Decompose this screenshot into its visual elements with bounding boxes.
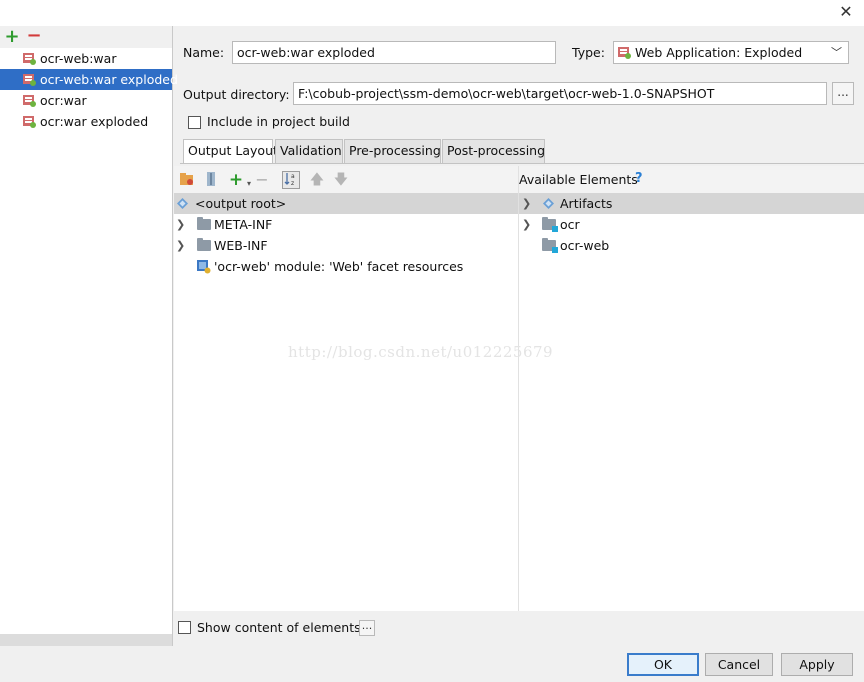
title-bar — [0, 0, 864, 26]
artifact-label: ocr-web:war — [40, 51, 117, 66]
tree-row-meta-inf[interactable]: ❯ META-INF — [174, 214, 518, 235]
war-artifact-icon — [23, 53, 36, 65]
svg-text:a: a — [291, 173, 295, 180]
tree-row-label: META-INF — [214, 217, 273, 232]
name-label: Name: — [183, 45, 225, 60]
tree-row-label: Artifacts — [560, 196, 613, 211]
tab-output-layout[interactable]: Output Layout — [183, 139, 278, 164]
svg-text:z: z — [291, 180, 294, 186]
artifact-item[interactable]: ocr:war exploded — [0, 111, 172, 132]
artifact-item[interactable]: ocr:war — [0, 90, 172, 111]
type-select-value: Web Application: Exploded — [635, 45, 803, 60]
tree-row-label: 'ocr-web' module: 'Web' facet resources — [214, 259, 464, 274]
output-directory-input[interactable]: F:\cobub-project\ssm-demo\ocr-web\target… — [293, 82, 827, 105]
browse-directory-button[interactable]: ... — [832, 82, 854, 105]
output-directory-label: Output directory: — [183, 87, 290, 102]
show-content-label: Show content of elements — [197, 620, 361, 635]
include-in-build-label: Include in project build — [207, 114, 350, 129]
available-elements-header: Available Elements ? — [519, 166, 864, 193]
show-content-options-button[interactable]: ... — [359, 620, 375, 636]
tree-row-label: <output root> — [195, 196, 287, 211]
war-exploded-artifact-icon — [23, 116, 36, 128]
tree-row-facet-resources[interactable]: 'ocr-web' module: 'Web' facet resources — [174, 256, 518, 277]
war-artifact-icon — [23, 95, 36, 107]
tab-divider — [180, 163, 864, 164]
type-select[interactable]: Web Application: Exploded ﹀ — [613, 41, 849, 64]
show-content-checkbox[interactable] — [178, 621, 191, 634]
tree-row-label: ocr — [560, 217, 580, 232]
artifact-item[interactable]: ocr-web:war — [0, 48, 172, 69]
help-icon[interactable]: ? — [635, 171, 643, 186]
ok-button[interactable]: OK — [627, 653, 699, 676]
close-icon[interactable]: ✕ — [834, 2, 858, 22]
module-folder-icon — [542, 238, 558, 253]
artifacts-icon — [543, 198, 554, 209]
expand-arrow-icon[interactable]: ❯ — [522, 214, 534, 235]
remove-element-icon[interactable]: − — [253, 171, 271, 189]
name-input[interactable]: ocr-web:war exploded — [232, 41, 556, 64]
tree-row-web-inf[interactable]: ❯ WEB-INF — [174, 235, 518, 256]
artifacts-toolbar: + − — [0, 26, 172, 48]
artifact-label: ocr:war — [40, 93, 87, 108]
watermark-text: http://blog.csdn.net/u012225679 — [288, 343, 554, 361]
folder-icon — [197, 217, 211, 230]
tab-validation[interactable]: Validation — [275, 139, 343, 163]
tab-strip: Output Layout Validation Pre-processing … — [183, 139, 583, 164]
tree-row-label: ocr-web — [560, 238, 610, 253]
remove-artifact-icon[interactable]: − — [26, 26, 42, 48]
output-layout-content: + ▾ − az 🡅 🡇 Available Elements ? <outpu… — [174, 166, 864, 611]
tree-row-label: WEB-INF — [214, 238, 268, 253]
include-in-build-checkbox[interactable] — [188, 116, 201, 129]
artifact-list-scrollbar[interactable] — [0, 634, 172, 646]
add-artifact-icon[interactable]: + — [4, 26, 20, 48]
create-archive-icon[interactable] — [202, 171, 220, 189]
available-elements-label: Available Elements — [519, 172, 638, 187]
tab-post-processing[interactable]: Post-processing — [442, 139, 545, 163]
war-exploded-artifact-icon — [23, 74, 36, 86]
folder-icon — [197, 238, 211, 251]
output-root-icon — [177, 198, 188, 209]
module-folder-icon — [542, 217, 558, 232]
artifact-label: ocr-web:war exploded — [40, 72, 178, 87]
web-app-icon — [618, 47, 631, 59]
tree-row-artifacts[interactable]: ❯ Artifacts — [519, 193, 864, 214]
artifacts-panel: + − ocr-web:war ocr-web:war exploded ocr… — [0, 26, 178, 646]
tree-row-module-ocr-web[interactable]: ocr-web — [519, 235, 864, 256]
cancel-button[interactable]: Cancel — [705, 653, 773, 676]
tree-row-output-root[interactable]: <output root> — [174, 193, 518, 214]
artifact-list[interactable]: ocr-web:war ocr-web:war exploded ocr:war… — [0, 48, 178, 634]
move-up-icon[interactable]: 🡅 — [308, 171, 326, 189]
tree-row-module-ocr[interactable]: ❯ ocr — [519, 214, 864, 235]
type-label: Type: — [572, 45, 605, 60]
tab-pre-processing[interactable]: Pre-processing — [344, 139, 441, 163]
apply-button[interactable]: Apply — [781, 653, 853, 676]
create-directory-icon[interactable] — [178, 171, 196, 189]
expand-arrow-icon[interactable]: ❯ — [176, 235, 188, 256]
artifact-label: ocr:war exploded — [40, 114, 149, 129]
expand-arrow-icon[interactable]: ❯ — [176, 214, 188, 235]
expand-arrow-icon[interactable]: ❯ — [522, 193, 534, 214]
sort-alphabetically-icon[interactable]: az — [282, 171, 300, 189]
layout-toolbar: + ▾ − az 🡅 🡇 — [174, 166, 518, 193]
move-down-icon[interactable]: 🡇 — [332, 171, 350, 189]
artifact-item-selected[interactable]: ocr-web:war exploded — [0, 69, 178, 90]
web-facet-icon — [197, 260, 211, 274]
chevron-down-icon: ﹀ — [831, 46, 842, 59]
